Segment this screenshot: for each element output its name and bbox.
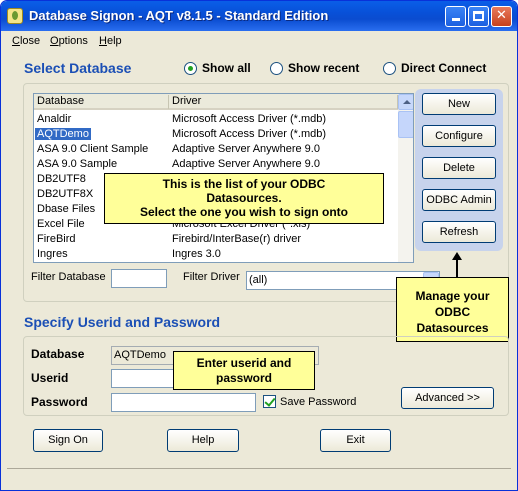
radio-show-recent[interactable]: Show recent — [270, 60, 359, 76]
exit-button[interactable]: Exit — [320, 429, 391, 452]
radio-button[interactable] — [270, 61, 283, 75]
menu-bar: Close Options Help — [1, 32, 517, 50]
list-item[interactable]: Ingres Ingres 3.0 — [34, 247, 398, 262]
minimize-button[interactable] — [445, 6, 466, 27]
userid-input[interactable] — [111, 369, 175, 388]
manage-datasources-callout: Manage your ODBC Datasources — [396, 277, 509, 342]
select-database-title: Select Database — [24, 60, 132, 76]
filter-database-input[interactable] — [111, 269, 167, 288]
radio-button[interactable] — [383, 61, 396, 75]
column-header-driver[interactable]: Driver — [169, 95, 398, 109]
scroll-thumb[interactable] — [398, 111, 413, 138]
userid-password-callout: Enter userid and password — [173, 351, 315, 390]
radio-direct-connect[interactable]: Direct Connect — [383, 60, 486, 76]
status-bar — [7, 468, 511, 486]
save-password-label[interactable]: Save Password — [280, 396, 356, 408]
title-bar[interactable]: Database Signon - AQT v8.1.5 - Standard … — [1, 1, 517, 31]
help-button[interactable]: Help — [167, 429, 239, 452]
save-password-checkbox[interactable] — [263, 395, 276, 408]
maximize-button[interactable] — [468, 6, 489, 27]
configure-button[interactable]: Configure — [422, 125, 496, 147]
password-label: Password — [31, 395, 88, 409]
window-title: Database Signon - AQT v8.1.5 - Standard … — [29, 8, 329, 23]
list-item[interactable]: ASA 9.0 Client Sample Adaptive Server Any… — [34, 142, 398, 157]
filter-database-label: Filter Database — [31, 271, 106, 283]
sign-on-button[interactable]: Sign On — [33, 429, 103, 452]
password-input[interactable] — [111, 393, 256, 412]
list-item[interactable]: Analdir Microsoft Access Driver (*.mdb) — [34, 112, 398, 127]
datasource-list-callout: This is the list of your ODBC Datasource… — [104, 173, 384, 224]
odbc-admin-button[interactable]: ODBC Admin — [422, 189, 496, 211]
menu-options[interactable]: Options — [50, 35, 88, 47]
menu-close[interactable]: Close — [12, 35, 40, 47]
minimize-icon — [451, 18, 460, 21]
close-icon: ✕ — [496, 8, 507, 23]
list-header: Database Driver — [34, 94, 398, 110]
list-item[interactable]: ASA 9.0 Sample Adaptive Server Anywhere 9… — [34, 157, 398, 172]
list-item-selected[interactable]: AQTDemo Microsoft Access Driver (*.mdb) — [34, 127, 398, 142]
maximize-icon — [473, 11, 484, 21]
datasource-buttons-panel: New Configure Delete ODBC Admin Refresh — [415, 89, 503, 251]
list-item[interactable]: FireBird Firebird/InterBase(r) driver — [34, 232, 398, 247]
list-scrollbar[interactable] — [398, 94, 413, 262]
radio-show-all[interactable]: Show all — [184, 60, 251, 76]
app-icon — [7, 8, 23, 24]
userid-password-title: Specify Userid and Password — [24, 314, 221, 330]
refresh-button[interactable]: Refresh — [422, 221, 496, 243]
new-button[interactable]: New — [422, 93, 496, 115]
userid-label: Userid — [31, 371, 69, 385]
delete-button[interactable]: Delete — [422, 157, 496, 179]
menu-help[interactable]: Help — [99, 35, 122, 47]
scroll-up-arrow-icon[interactable] — [398, 94, 413, 110]
database-label: Database — [31, 347, 85, 361]
filter-driver-label: Filter Driver — [183, 271, 240, 283]
radio-button[interactable] — [184, 61, 197, 75]
close-button[interactable]: ✕ — [491, 6, 512, 27]
database-signon-window: Database Signon - AQT v8.1.5 - Standard … — [0, 0, 518, 491]
advanced-button[interactable]: Advanced >> — [401, 387, 494, 409]
column-header-database[interactable]: Database — [34, 95, 169, 109]
callout-arrow-line — [456, 258, 458, 277]
